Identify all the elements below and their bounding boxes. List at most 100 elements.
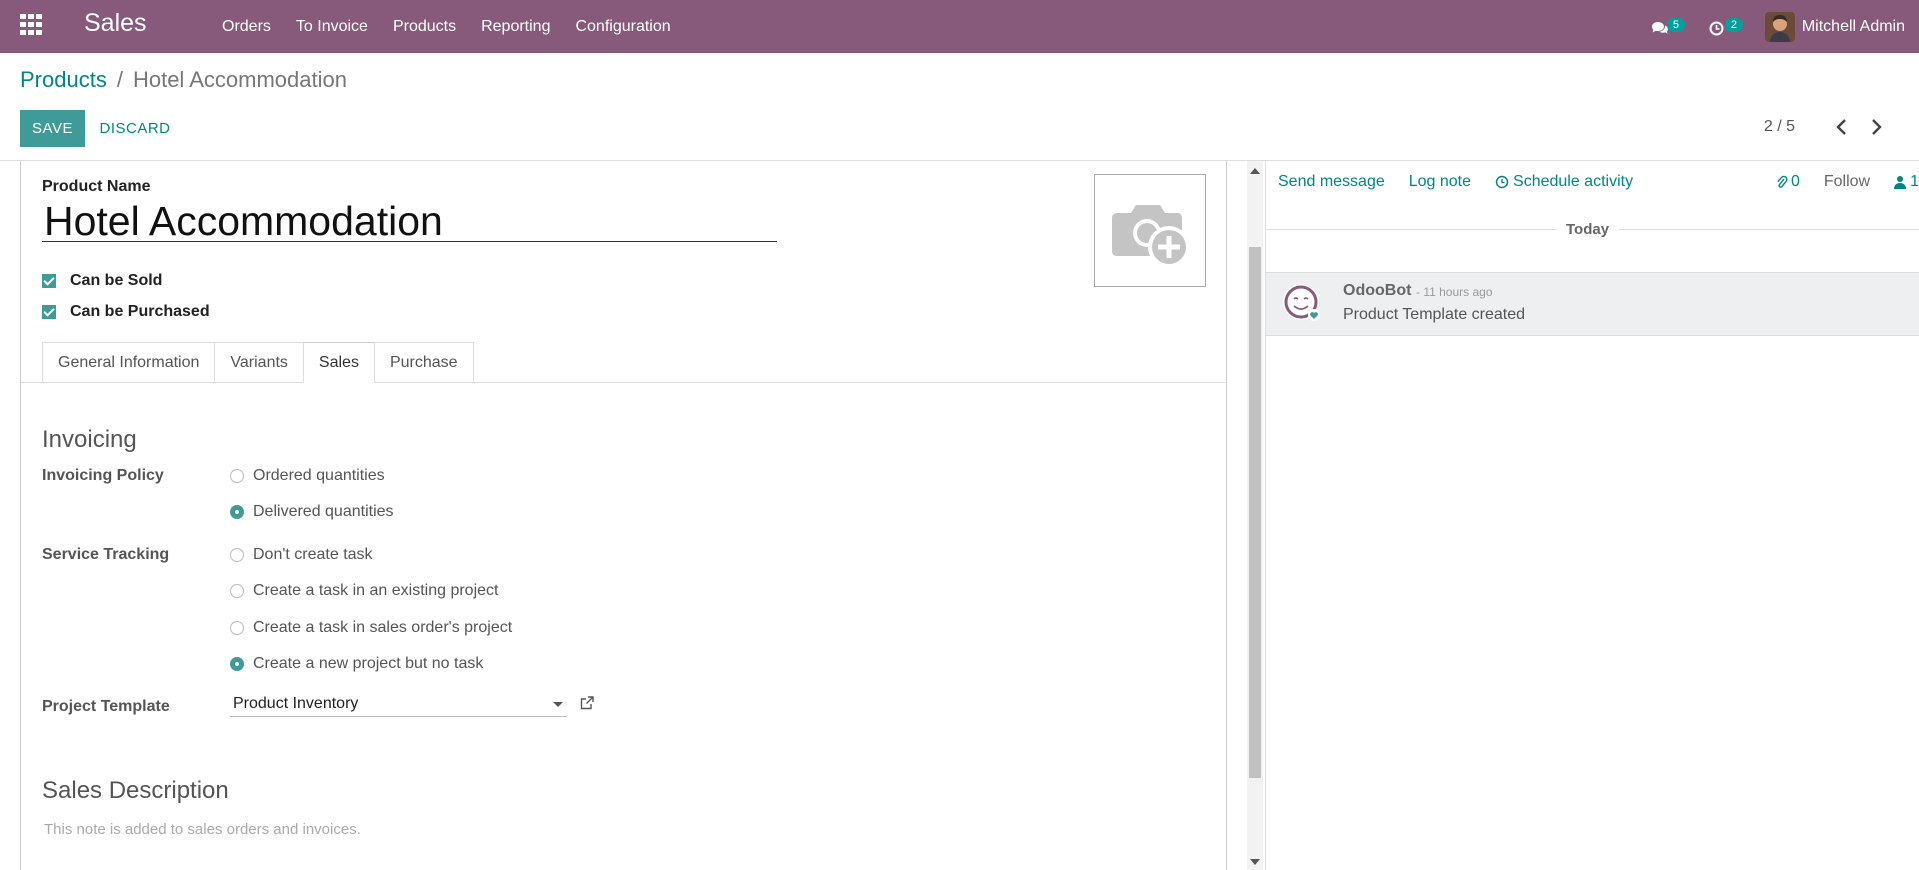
- odoobot-avatar[interactable]: [1282, 283, 1322, 323]
- messages-count-badge: 5: [1666, 17, 1685, 32]
- radio-label: Ordered quantities: [253, 467, 385, 484]
- external-link-icon: [580, 696, 594, 710]
- followers-button[interactable]: 1: [1894, 173, 1919, 191]
- activities-count-badge: 2: [1724, 17, 1743, 32]
- menu-to-invoice[interactable]: To Invoice: [296, 18, 368, 36]
- pager-previous-button[interactable]: [1833, 116, 1851, 138]
- radio-delivered-quantities[interactable]: Delivered quantities: [230, 503, 394, 521]
- radio-task-sales-order-project[interactable]: Create a task in sales order's project: [230, 619, 512, 637]
- systray: 5 2 Mitchell Admin: [1649, 0, 1919, 53]
- radio-button[interactable]: [230, 584, 244, 598]
- project-template-label: Project Template: [42, 698, 170, 715]
- invoicing-policy-label: Invoicing Policy: [42, 467, 164, 484]
- tab-variants[interactable]: Variants: [214, 342, 303, 383]
- user-icon: [1894, 176, 1907, 189]
- user-menu[interactable]: Mitchell Admin: [1764, 11, 1905, 42]
- attachments-button[interactable]: 0: [1776, 173, 1800, 191]
- menu-orders[interactable]: Orders: [222, 18, 271, 36]
- schedule-activity-label: Schedule activity: [1513, 173, 1634, 190]
- scrollbar-thumb[interactable]: [1249, 247, 1261, 778]
- clock-icon: [1495, 175, 1509, 189]
- product-name-input[interactable]: Hotel Accommodation: [42, 201, 777, 242]
- top-navbar: Sales Orders To Invoice Products Reporti…: [0, 0, 1919, 53]
- user-name: Mitchell Admin: [1801, 17, 1905, 35]
- radio-button-selected[interactable]: [230, 505, 244, 519]
- radio-label: Create a task in an existing project: [253, 582, 499, 599]
- schedule-activity-button[interactable]: Schedule activity: [1495, 173, 1633, 191]
- breadcrumb-products[interactable]: Products: [20, 67, 107, 93]
- date-separator-label: Today: [1556, 221, 1620, 238]
- notebook-tabs: General Information Variants Sales Purch…: [42, 342, 474, 383]
- tab-sales[interactable]: Sales: [302, 342, 374, 383]
- radio-new-project-no-task[interactable]: Create a new project but no task: [230, 655, 483, 673]
- sales-description-title: Sales Description: [42, 777, 229, 804]
- apps-menu-icon[interactable]: [20, 14, 44, 36]
- can-be-purchased-label[interactable]: Can be Purchased: [70, 303, 210, 321]
- message-body: Product Template created: [1343, 306, 1526, 323]
- followers-count: 1: [1910, 173, 1919, 190]
- pager-value[interactable]: 2 / 5: [1764, 118, 1795, 136]
- radio-label: Don't create task: [253, 546, 373, 563]
- discard-button[interactable]: DISCARD: [90, 110, 180, 147]
- radio-button-selected[interactable]: [230, 657, 244, 671]
- radio-button[interactable]: [230, 621, 244, 635]
- log-note-button[interactable]: Log note: [1409, 173, 1471, 191]
- chevron-left-icon: [1836, 119, 1846, 135]
- odoobot-icon: [1283, 284, 1320, 321]
- send-message-button[interactable]: Send message: [1278, 173, 1385, 191]
- chatter-message: OdooBot - 11 hours ago Product Template …: [1266, 272, 1919, 336]
- message-timestamp: - 11 hours ago: [1416, 285, 1493, 299]
- chatter-topbar: Send message Log note Schedule activity: [1278, 173, 1657, 191]
- radio-label: Create a task in sales order's project: [253, 619, 513, 636]
- follow-button[interactable]: Follow: [1824, 173, 1870, 191]
- chevron-right-icon: [1872, 119, 1882, 135]
- radio-label: Delivered quantities: [253, 503, 394, 520]
- menu-products[interactable]: Products: [393, 18, 456, 36]
- project-template-select[interactable]: Product Inventory: [230, 692, 567, 717]
- message-author[interactable]: OdooBot: [1343, 282, 1411, 300]
- sales-description-field[interactable]: This note is added to sales orders and i…: [44, 821, 361, 838]
- paperclip-icon: [1777, 175, 1788, 188]
- can-be-sold-label[interactable]: Can be Sold: [70, 272, 162, 290]
- scroll-down-arrow-icon[interactable]: [1250, 859, 1260, 865]
- pager-next-button[interactable]: [1867, 116, 1885, 138]
- caret-down-icon[interactable]: [553, 702, 563, 707]
- app-name[interactable]: Sales: [84, 9, 147, 38]
- tab-general-information[interactable]: General Information: [42, 342, 215, 383]
- form-sheet: Product Name Hotel Accommodation Can be …: [20, 161, 1227, 870]
- can-be-purchased-row: Can be Purchased: [42, 303, 210, 321]
- breadcrumb: Products / Hotel Accommodation: [20, 67, 347, 93]
- scroll-up-arrow-icon[interactable]: [1250, 168, 1260, 174]
- main-menu: Orders To Invoice Products Reporting Con…: [222, 0, 696, 53]
- clock-icon: [1709, 21, 1724, 35]
- service-tracking-label: Service Tracking: [42, 546, 170, 563]
- tab-purchase[interactable]: Purchase: [373, 342, 474, 383]
- can-be-purchased-checkbox[interactable]: [42, 305, 56, 319]
- radio-button[interactable]: [230, 548, 244, 562]
- can-be-sold-checkbox[interactable]: [42, 274, 56, 288]
- menu-configuration[interactable]: Configuration: [575, 18, 670, 36]
- radio-button[interactable]: [230, 469, 244, 483]
- chatter-panel: Send message Log note Schedule activity …: [1265, 161, 1919, 870]
- chatter-topbar-right: 0 Follow 1: [1752, 173, 1919, 191]
- chat-icon: [1651, 21, 1668, 34]
- radio-ordered-quantities[interactable]: Ordered quantities: [230, 467, 385, 485]
- product-name-label: Product Name: [42, 178, 151, 195]
- save-button[interactable]: SAVE: [20, 110, 85, 147]
- attachments-count: 0: [1790, 173, 1800, 190]
- project-template-value: Product Inventory: [233, 695, 359, 712]
- breadcrumb-separator: /: [116, 67, 123, 92]
- user-avatar: [1764, 11, 1795, 42]
- radio-task-existing-project[interactable]: Create a task in an existing project: [230, 582, 498, 600]
- radio-label: Create a new project but no task: [253, 655, 484, 672]
- activity-menu[interactable]: 2: [1707, 12, 1743, 42]
- messaging-menu[interactable]: 5: [1649, 12, 1685, 42]
- product-image-upload[interactable]: [1094, 174, 1206, 287]
- breadcrumb-current: Hotel Accommodation: [132, 67, 347, 92]
- radio-dont-create-task[interactable]: Don't create task: [230, 546, 373, 564]
- invoicing-section-title: Invoicing: [42, 426, 137, 453]
- external-link-button[interactable]: [579, 695, 595, 716]
- menu-reporting[interactable]: Reporting: [481, 18, 550, 36]
- can-be-sold-row: Can be Sold: [42, 272, 162, 290]
- camera-add-icon: [1112, 205, 1190, 268]
